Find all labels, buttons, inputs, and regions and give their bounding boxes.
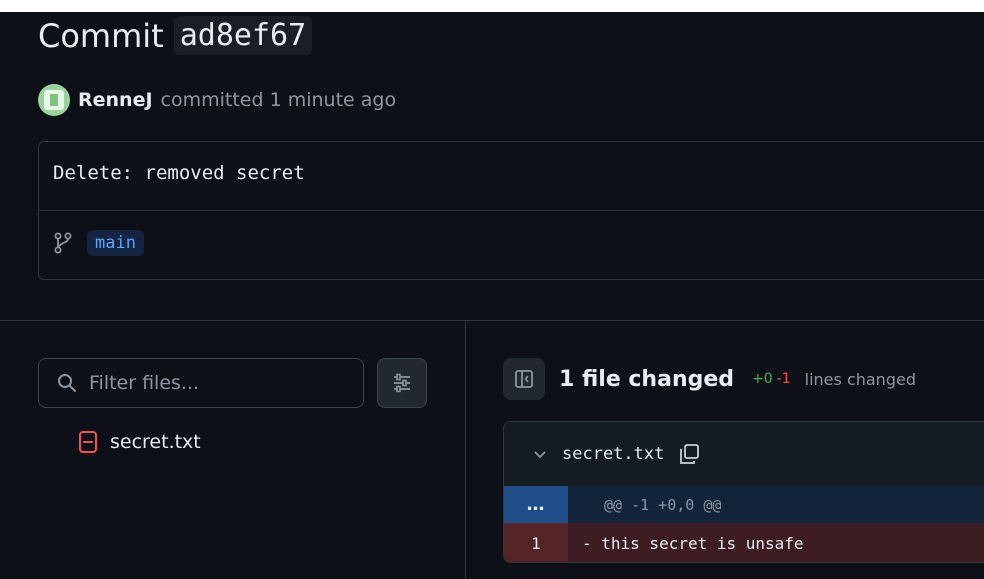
filter-files-input[interactable] — [87, 371, 331, 395]
deleted-line-row: 1 - this secret is unsafe — [504, 523, 984, 562]
browser-top-strip — [0, 0, 984, 12]
divider — [39, 210, 984, 211]
commit-message: Delete: removed secret — [53, 162, 305, 184]
file-filter-settings-button[interactable] — [377, 358, 427, 408]
copy-icon[interactable] — [678, 443, 700, 465]
page-title: Commit ad8ef67 — [38, 16, 313, 55]
committed-time: committed 1 minute ago — [160, 89, 397, 111]
commit-message-box: Delete: removed secret main — [38, 141, 984, 280]
diff-stats: +0 -1 — [752, 371, 791, 387]
section-divider — [0, 320, 984, 321]
title-prefix: Commit — [38, 16, 164, 55]
deletions-count: -1 — [776, 371, 791, 387]
settings-sliders-icon — [394, 373, 410, 393]
hunk-header: @@ -1 +0,0 @@ — [604, 495, 722, 514]
author-name-link[interactable]: RenneJ — [78, 89, 153, 111]
files-changed-count: 1 file changed — [559, 366, 735, 392]
chevron-down-icon[interactable] — [532, 446, 548, 462]
line-number[interactable]: 1 — [504, 523, 568, 562]
expand-hunk-button[interactable]: … — [504, 486, 568, 523]
diff-file-card: secret.txt … @@ -1 +0,0 @@ 1 - this secr… — [503, 421, 984, 563]
panel-divider — [465, 320, 466, 579]
hunk-header-row: … @@ -1 +0,0 @@ — [504, 486, 984, 523]
commit-author-row: RenneJ committed 1 minute ago — [38, 84, 396, 116]
sidebar-toggle-icon — [515, 370, 533, 388]
file-tree-item-label: secret.txt — [110, 431, 201, 453]
file-deleted-icon — [79, 431, 97, 453]
deleted-line-text: - this secret is unsafe — [582, 533, 804, 553]
branch-row: main — [53, 230, 144, 256]
diff-file-header: secret.txt — [504, 422, 984, 487]
filter-files-field[interactable] — [38, 358, 364, 408]
git-branch-icon — [54, 232, 72, 254]
search-icon — [58, 374, 76, 392]
file-tree-item[interactable]: secret.txt — [78, 430, 201, 454]
diff-file-name[interactable]: secret.txt — [562, 444, 664, 464]
diff-summary: 1 file changed +0 -1 lines changed — [503, 358, 916, 400]
lines-changed-label: lines changed — [804, 369, 916, 389]
additions-count: +0 — [752, 371, 773, 387]
branch-link[interactable]: main — [87, 230, 144, 256]
toggle-file-tree-button[interactable] — [503, 358, 545, 400]
avatar[interactable] — [38, 84, 70, 116]
commit-sha[interactable]: ad8ef67 — [173, 16, 313, 55]
